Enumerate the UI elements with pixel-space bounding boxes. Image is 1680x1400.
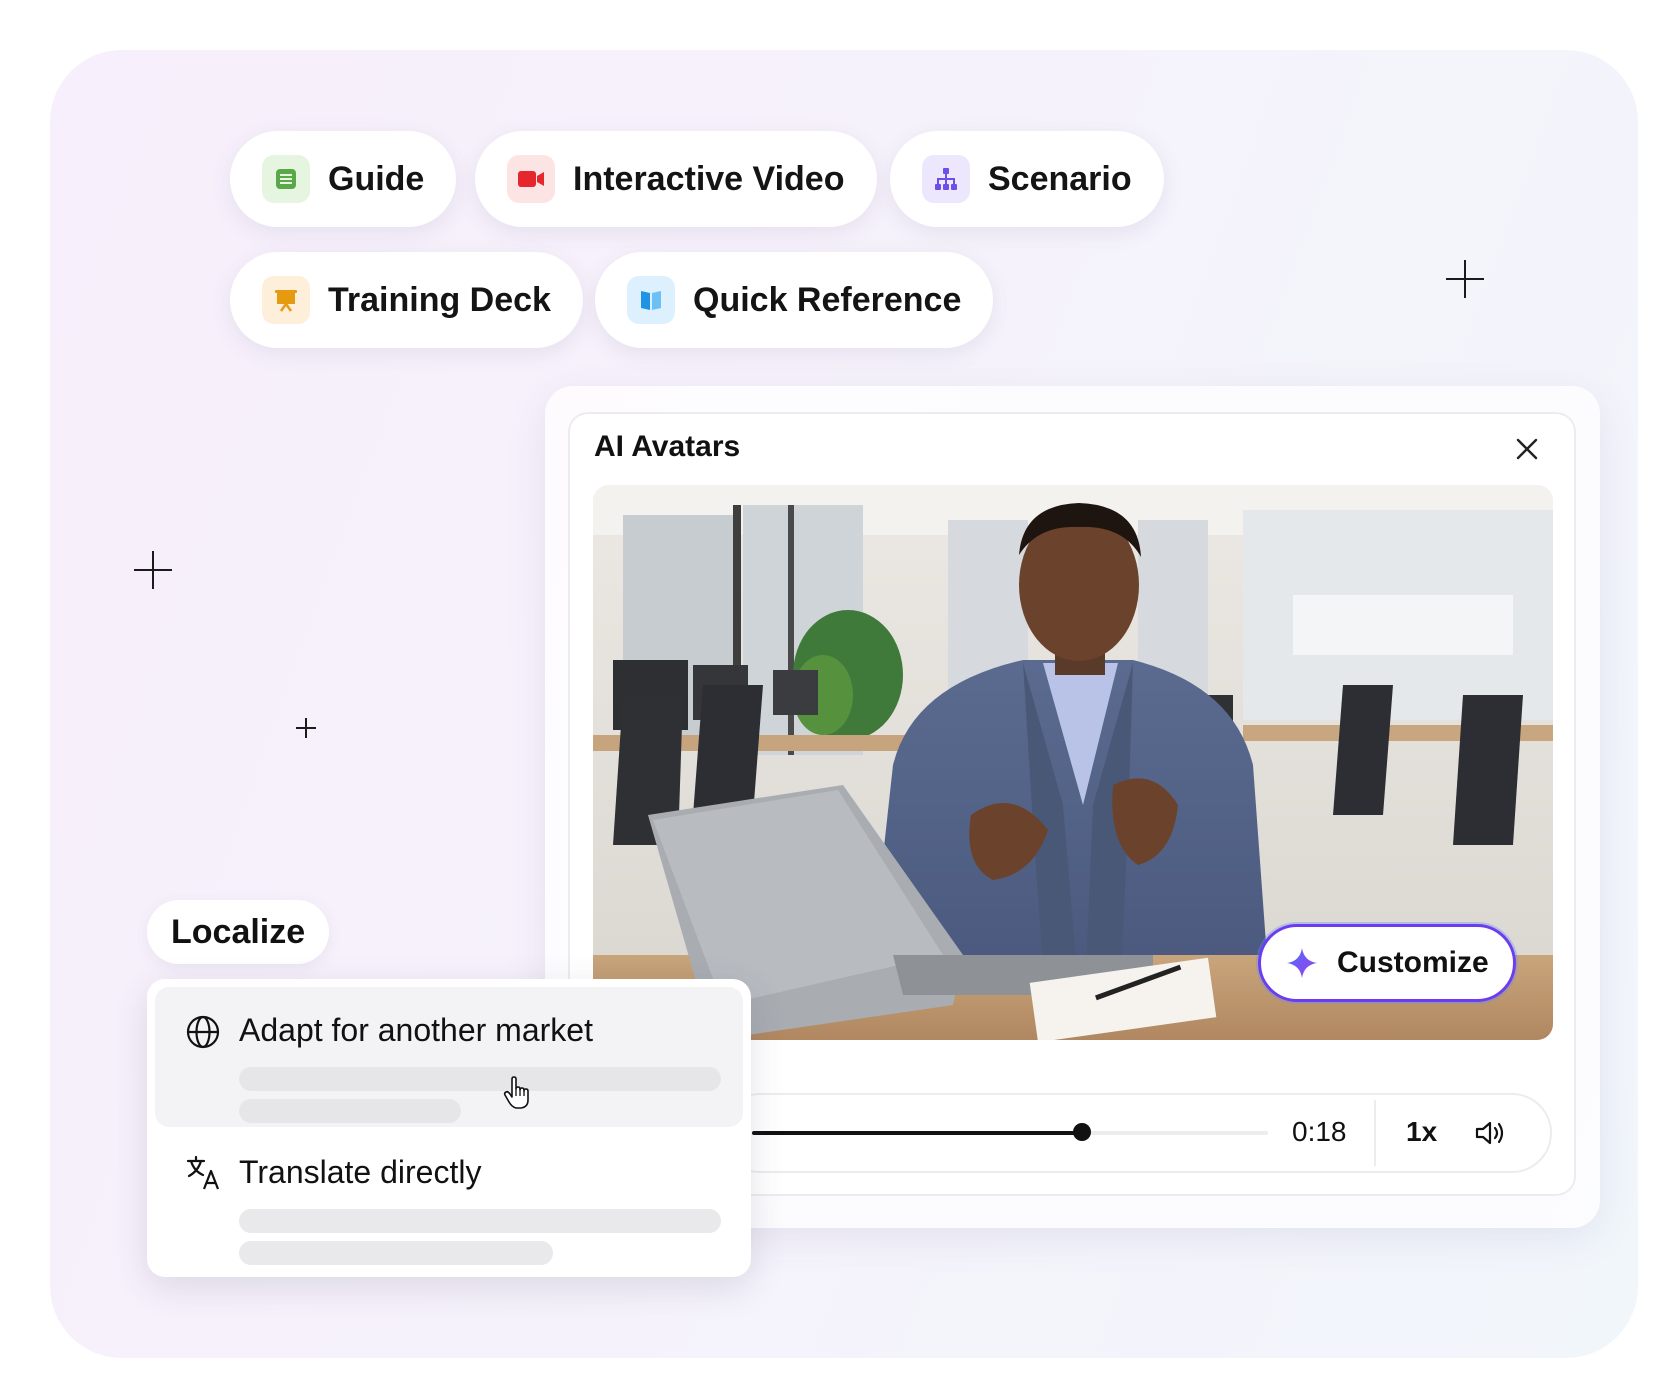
chip-label: Quick Reference — [693, 280, 962, 319]
customize-button[interactable]: Customize — [1258, 924, 1516, 1002]
customize-label: Customize — [1337, 946, 1489, 979]
chip-label: Interactive Video — [573, 159, 845, 198]
placeholder-line — [239, 1241, 553, 1265]
time-display: 0:18 — [1292, 1116, 1347, 1147]
translate-icon — [186, 1155, 220, 1190]
hand-cursor-icon — [503, 1076, 529, 1109]
chip-scenario[interactable]: Scenario — [890, 131, 1164, 227]
option-label: Adapt for another market — [239, 1012, 593, 1048]
option-translate-directly[interactable]: Translate directly — [155, 1129, 743, 1269]
localize-menu: Adapt for another market Translate direc… — [147, 979, 751, 1277]
guide-icon — [262, 155, 310, 203]
decorative-plus-icon — [134, 551, 172, 589]
option-adapt-market[interactable]: Adapt for another market — [155, 987, 743, 1127]
chip-quick-reference[interactable]: Quick Reference — [595, 252, 994, 348]
placeholder-line — [239, 1209, 721, 1233]
chip-interactive-video[interactable]: Interactive Video — [475, 131, 877, 227]
divider — [1374, 1100, 1376, 1166]
progress-fill — [752, 1131, 1083, 1135]
close-icon[interactable] — [1512, 434, 1542, 464]
presentation-icon — [262, 276, 310, 324]
panel-title: AI Avatars — [594, 430, 741, 463]
chip-training-deck[interactable]: Training Deck — [230, 252, 583, 348]
localize-label: Localize — [147, 900, 330, 964]
decorative-plus-icon — [296, 718, 316, 738]
speed-button[interactable]: 1x — [1406, 1116, 1437, 1148]
globe-icon — [186, 1015, 220, 1049]
placeholder-line — [239, 1067, 721, 1091]
chip-label: Guide — [328, 159, 425, 198]
decorative-plus-icon — [1446, 260, 1484, 298]
placeholder-line — [239, 1099, 461, 1123]
chip-label: Training Deck — [328, 280, 551, 319]
book-icon — [627, 276, 675, 324]
option-label: Translate directly — [239, 1154, 482, 1190]
hierarchy-icon — [922, 155, 970, 203]
chip-label: Scenario — [988, 159, 1132, 198]
video-camera-icon — [507, 155, 555, 203]
volume-icon[interactable] — [1473, 1118, 1507, 1148]
progress-track[interactable] — [752, 1123, 1268, 1141]
chip-guide[interactable]: Guide — [230, 131, 457, 227]
sparkle-icon — [1287, 948, 1317, 978]
